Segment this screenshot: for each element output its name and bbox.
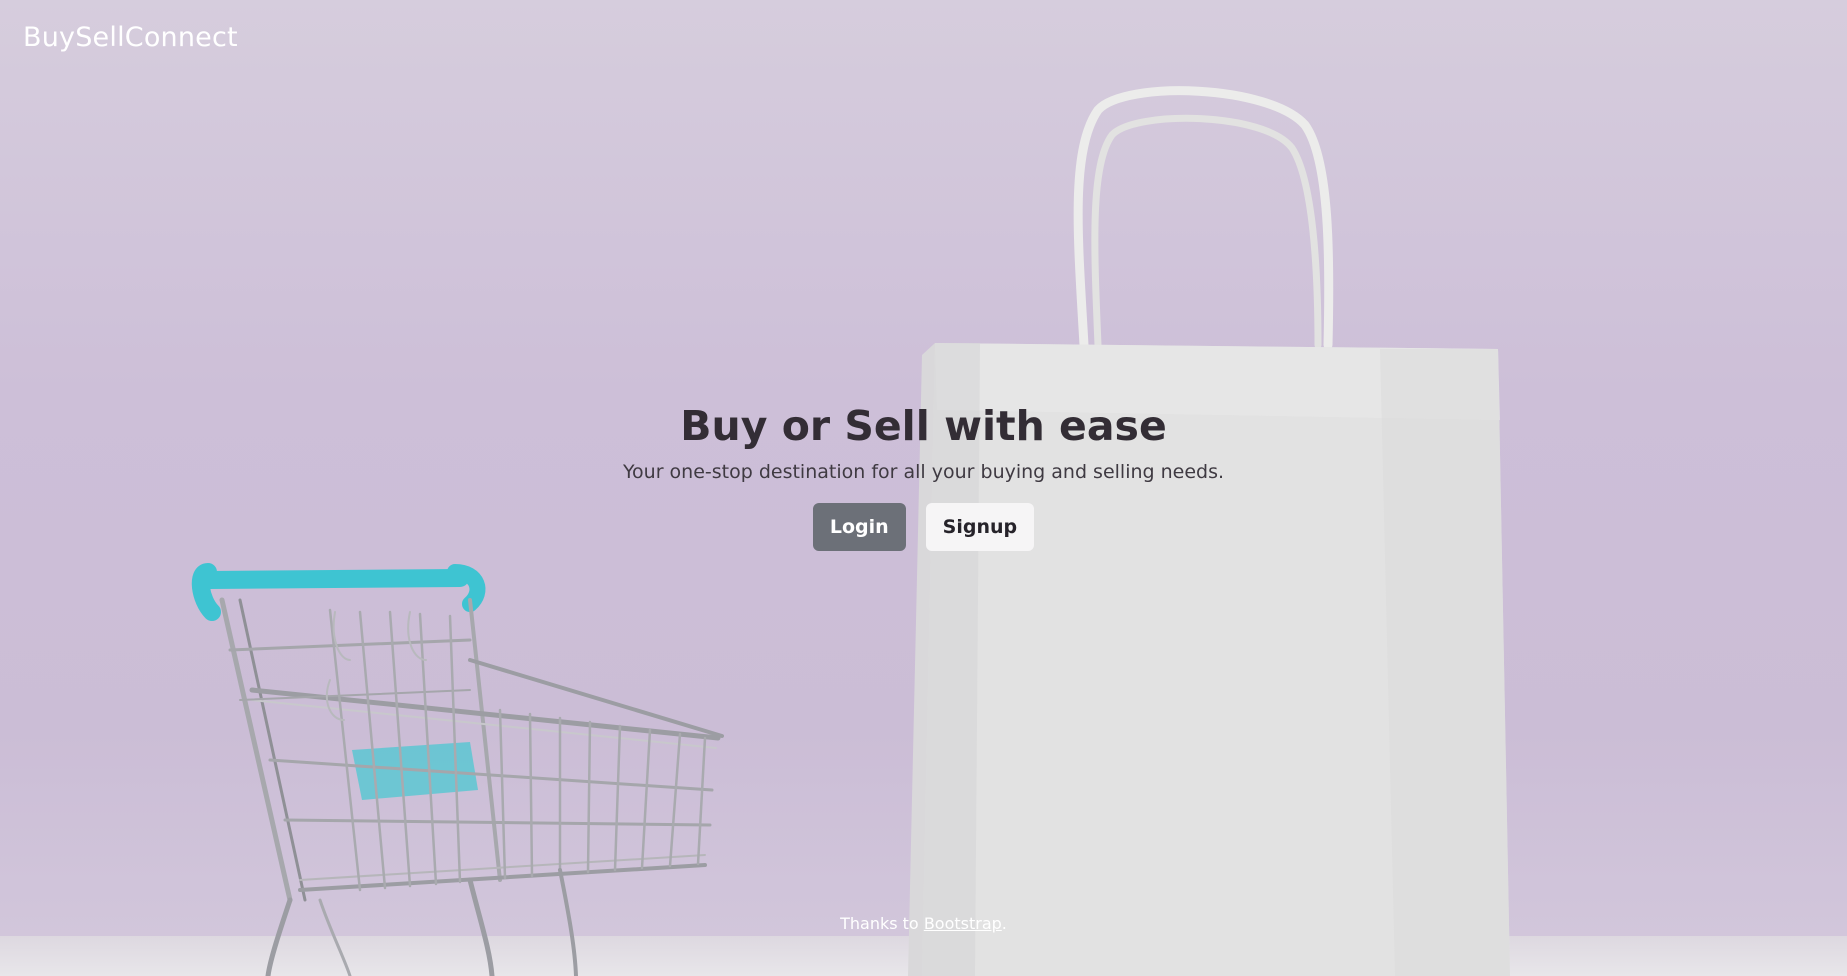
footer-prefix: Thanks to [840,914,924,933]
footer-suffix: . [1001,914,1007,933]
hero-section: Buy or Sell with ease Your one-stop dest… [0,396,1847,551]
bootstrap-link[interactable]: Bootstrap [924,914,1002,933]
hero-subtitle: Your one-stop destination for all your b… [622,461,1225,483]
hero-title: Buy or Sell with ease [680,402,1167,450]
landing-page: BuySellConnect Buy or Sell with ease You… [0,0,1847,976]
login-button[interactable]: Login [812,503,906,551]
footer: Thanks to Bootstrap. [0,914,1847,933]
brand-logo[interactable]: BuySellConnect [23,22,238,53]
hero-actions: Login Signup [0,503,1847,551]
signup-button[interactable]: Signup [925,503,1035,551]
